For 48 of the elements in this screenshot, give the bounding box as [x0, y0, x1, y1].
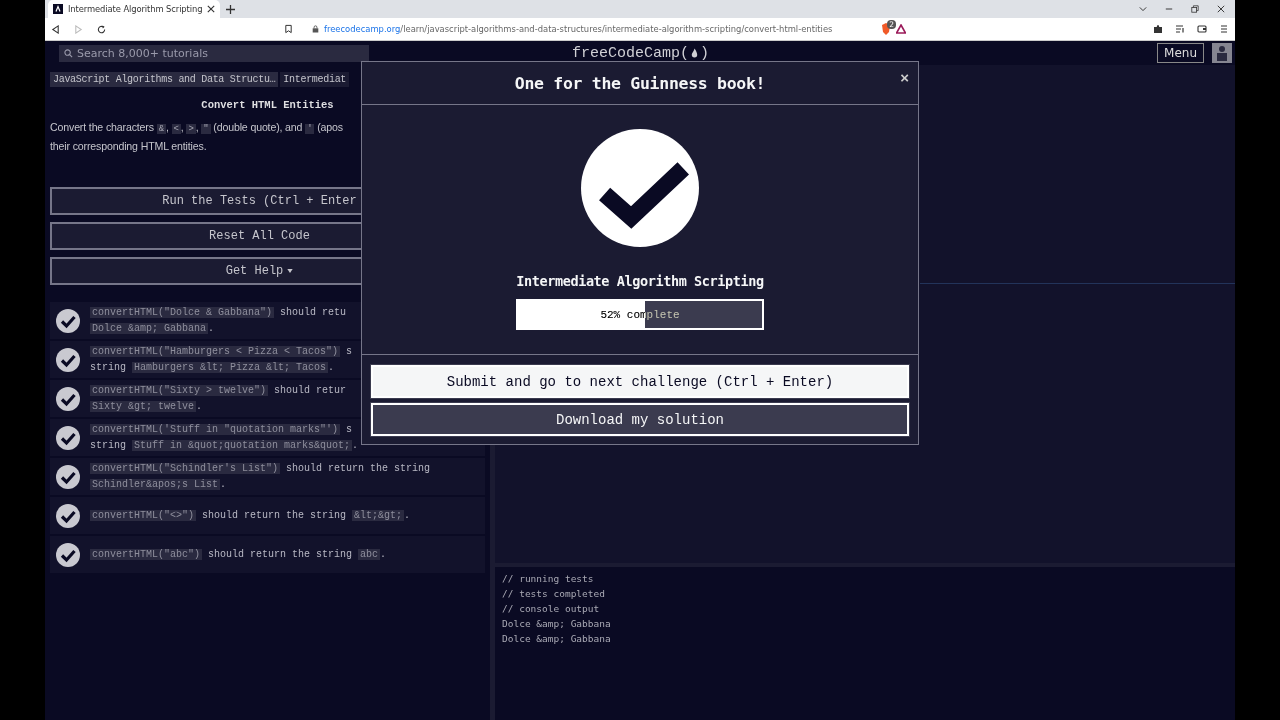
logo-text: )	[700, 44, 710, 62]
console-line: // tests completed	[502, 587, 606, 601]
console-line: Dolce &amp; Gabbana	[502, 632, 612, 646]
console-line: // running tests	[502, 572, 595, 586]
close-button[interactable]: ×	[900, 69, 909, 86]
url-text[interactable]: freecodecamp.org/learn/javascript-algorithms-and-data-structures/intermediate-algorithm-scripting/convert-html-entities	[324, 24, 833, 34]
menu-icon[interactable]	[1219, 24, 1229, 34]
menu-button[interactable]: Menu	[1157, 43, 1204, 63]
restore-icon[interactable]	[1191, 5, 1199, 13]
close-icon[interactable]	[1217, 5, 1225, 13]
modal-title: One for the Guinness book!	[514, 73, 766, 93]
block-title: Intermediate Algorithm Scripting	[516, 273, 764, 289]
new-tab-icon[interactable]	[226, 4, 236, 14]
minimize-icon[interactable]	[1165, 5, 1173, 13]
challenge-title: Convert HTML Entities	[200, 99, 335, 111]
wallet-icon[interactable]	[1197, 24, 1207, 34]
caret-icon	[287, 269, 294, 273]
check-circle-icon	[581, 129, 699, 247]
tab-title: Intermediate Algorithm Scripting	[68, 4, 203, 14]
flame-icon	[690, 47, 700, 59]
test-text: convertHTML("Schindler's List") should return the string	[90, 461, 431, 476]
avatar-icon[interactable]	[1212, 43, 1232, 63]
back-icon[interactable]	[51, 24, 60, 34]
console-line: // console output	[502, 602, 601, 616]
close-icon[interactable]	[207, 5, 216, 13]
console-line: Dolce &amp; Gabbana	[502, 617, 612, 631]
playlist-icon[interactable]	[1175, 24, 1185, 34]
test-text: convertHTML('Stuff in "quotation marks"') s	[90, 422, 354, 437]
test-text: convertHTML("Dolce & Gabbana") should retu	[90, 305, 347, 320]
browser-tab[interactable]: Intermediate Algorithm Scripting	[48, 0, 221, 18]
download-button[interactable]: Download my solution	[371, 403, 909, 436]
description-text: their corresponding HTML entities.	[50, 139, 208, 154]
breadcrumb-link[interactable]: Intermediat	[280, 71, 350, 87]
reload-icon[interactable]	[97, 24, 106, 34]
test-text: convertHTML("Hamburgers < Pizza < Tacos") s	[90, 344, 353, 359]
test-text: convertHTML("abc") should return the string abc .	[90, 547, 387, 562]
search-field[interactable]: Search 8,000+ tutorials	[59, 44, 369, 62]
bookmark-icon[interactable]	[284, 24, 293, 34]
test-text: string Stuff in &quot;quotation marks&quot; .	[90, 438, 359, 453]
breadcrumb-link[interactable]: JavaScript Algorithms and Data Structu…	[50, 71, 279, 87]
submit-button[interactable]: Submit and go to next challenge (Ctrl + Enter)	[371, 365, 909, 398]
chevron-down-icon[interactable]	[1139, 5, 1147, 13]
test-text: convertHTML("Sixty > twelve") should retur	[90, 383, 347, 398]
logo-text: freeCodeCamp(	[572, 44, 690, 62]
site-logo-icon	[53, 4, 63, 14]
triangle-icon[interactable]	[896, 24, 906, 34]
test-text: convertHTML("<>") should return the string &lt;&gt; .	[90, 508, 411, 523]
lock-icon	[312, 25, 319, 33]
